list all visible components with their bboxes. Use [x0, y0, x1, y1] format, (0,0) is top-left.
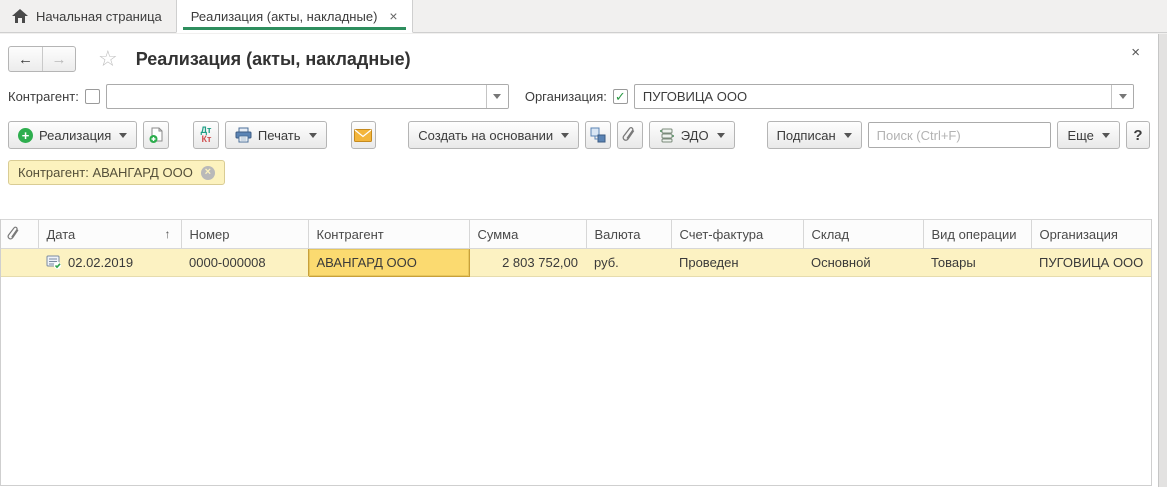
organization-filter-label: Организация: [525, 89, 607, 104]
column-invoice[interactable]: Счет-фактура [671, 220, 803, 249]
tab-close-icon[interactable]: × [389, 9, 397, 23]
cell-organization[interactable]: ПУГОВИЦА ООО [1031, 249, 1151, 277]
app-window: Начальная страница Реализация (акты, нак… [0, 0, 1167, 487]
title-row: ← → ☆ Реализация (акты, накладные) × [0, 34, 1158, 80]
check-icon: ✓ [615, 90, 626, 103]
more-label: Еще [1067, 128, 1093, 143]
attachments-button[interactable] [617, 121, 643, 149]
cell-attachments[interactable] [1, 249, 38, 277]
chevron-down-icon [119, 133, 127, 138]
page-title: Реализация (акты, накладные) [136, 49, 411, 70]
filter-tag-label: Контрагент: АВАНГАРД ООО [18, 165, 193, 180]
plus-icon: + [18, 128, 33, 143]
column-operation[interactable]: Вид операции [923, 220, 1031, 249]
documents-grid: Дата↑ Номер Контрагент Сумма Валюта Счет… [0, 219, 1152, 486]
tab-home-label: Начальная страница [36, 9, 162, 24]
counterparty-dropdown-button[interactable] [486, 85, 508, 108]
cell-currency[interactable]: руб. [586, 249, 671, 277]
create-based-on-button[interactable]: Создать на основании [408, 121, 579, 149]
dtkt-postings-button[interactable]: Дт Кт [193, 121, 219, 149]
active-filters-row: Контрагент: АВАНГАРД ООО × [0, 157, 1158, 191]
tab-bar: Начальная страница Реализация (акты, нак… [0, 0, 1167, 33]
organization-dropdown-button[interactable] [1111, 85, 1133, 108]
dtkt-icon: Дт Кт [201, 126, 212, 144]
cell-date[interactable]: 02.02.2019 [38, 249, 181, 277]
signed-filter-button[interactable]: Подписан [767, 121, 862, 149]
column-warehouse[interactable]: Склад [803, 220, 923, 249]
edo-icon [659, 128, 675, 143]
organization-combo [634, 84, 1134, 109]
counterparty-filter-tag[interactable]: Контрагент: АВАНГАРД ООО × [8, 160, 225, 185]
remove-filter-icon[interactable]: × [201, 166, 215, 180]
tab-sales-label: Реализация (акты, накладные) [191, 9, 378, 24]
toolbar: + Реализация Дт Кт Печать [0, 115, 1158, 157]
create-based-on-label: Создать на основании [418, 128, 553, 143]
counterparty-combo [106, 84, 509, 109]
envelope-icon [354, 129, 372, 142]
send-email-button[interactable] [351, 121, 377, 149]
help-button[interactable]: ? [1126, 121, 1150, 149]
chevron-down-icon [309, 133, 317, 138]
more-button[interactable]: Еще [1057, 121, 1119, 149]
related-documents-button[interactable] [585, 121, 611, 149]
counterparty-filter-label: Контрагент: [8, 89, 79, 104]
column-date[interactable]: Дата↑ [38, 220, 181, 249]
chevron-down-icon [717, 133, 725, 138]
counterparty-input[interactable] [107, 85, 486, 108]
column-organization[interactable]: Организация [1031, 220, 1151, 249]
forward-button[interactable]: → [42, 47, 75, 71]
cell-counterparty[interactable]: АВАНГАРД ООО [308, 249, 469, 277]
sales-list-form: ← → ☆ Реализация (акты, накладные) × Кон… [0, 34, 1158, 487]
cell-number[interactable]: 0000-000008 [181, 249, 308, 277]
home-icon [12, 9, 28, 23]
create-sale-button[interactable]: + Реализация [8, 121, 137, 149]
window-scrollbar-strip[interactable] [1158, 34, 1167, 487]
edo-button[interactable]: ЭДО [649, 121, 735, 149]
cell-sum[interactable]: 2 803 752,00 [469, 249, 586, 277]
counterparty-checkbox[interactable] [85, 89, 100, 104]
filter-row: Контрагент: Организация: ✓ [0, 80, 1158, 115]
printer-icon [235, 127, 252, 143]
chevron-down-icon [844, 133, 852, 138]
edo-label: ЭДО [681, 128, 709, 143]
favorite-star-icon[interactable]: ☆ [98, 48, 118, 70]
copy-document-button[interactable] [143, 121, 169, 149]
cell-warehouse[interactable]: Основной [803, 249, 923, 277]
related-documents-icon [590, 127, 606, 143]
chevron-down-icon [493, 94, 501, 99]
documents-table: Дата↑ Номер Контрагент Сумма Валюта Счет… [1, 219, 1151, 277]
cell-invoice[interactable]: Проведен [671, 249, 803, 277]
form-close-icon[interactable]: × [1131, 44, 1140, 61]
column-sum[interactable]: Сумма [469, 220, 586, 249]
sort-asc-icon: ↑ [165, 227, 171, 241]
posted-document-icon [46, 255, 62, 270]
tab-sales[interactable]: Реализация (акты, накладные) × [176, 0, 413, 33]
history-nav: ← → [8, 46, 76, 72]
print-label: Печать [258, 128, 301, 143]
back-button[interactable]: ← [9, 47, 42, 71]
paperclip-icon [622, 127, 637, 143]
copy-document-icon [148, 127, 165, 144]
column-counterparty[interactable]: Контрагент [308, 220, 469, 249]
chevron-down-icon [561, 133, 569, 138]
print-button[interactable]: Печать [225, 121, 327, 149]
cell-operation[interactable]: Товары [923, 249, 1031, 277]
table-row[interactable]: 02.02.2019 0000-000008 АВАНГАРД ООО 2 80… [1, 249, 1151, 277]
organization-checkbox[interactable]: ✓ [613, 89, 628, 104]
search-input[interactable] [869, 123, 1052, 147]
paperclip-icon [7, 226, 21, 242]
chevron-down-icon [1102, 133, 1110, 138]
column-number[interactable]: Номер [181, 220, 308, 249]
search-box: × [868, 122, 1052, 148]
tab-home[interactable]: Начальная страница [0, 0, 176, 32]
table-header-row: Дата↑ Номер Контрагент Сумма Валюта Счет… [1, 220, 1151, 249]
column-attachments[interactable] [1, 220, 38, 249]
column-currency[interactable]: Валюта [586, 220, 671, 249]
organization-input[interactable] [635, 85, 1111, 108]
grid-empty-area[interactable] [1, 277, 1151, 485]
chevron-down-icon [1119, 94, 1127, 99]
create-sale-label: Реализация [39, 128, 111, 143]
signed-label: Подписан [777, 128, 836, 143]
